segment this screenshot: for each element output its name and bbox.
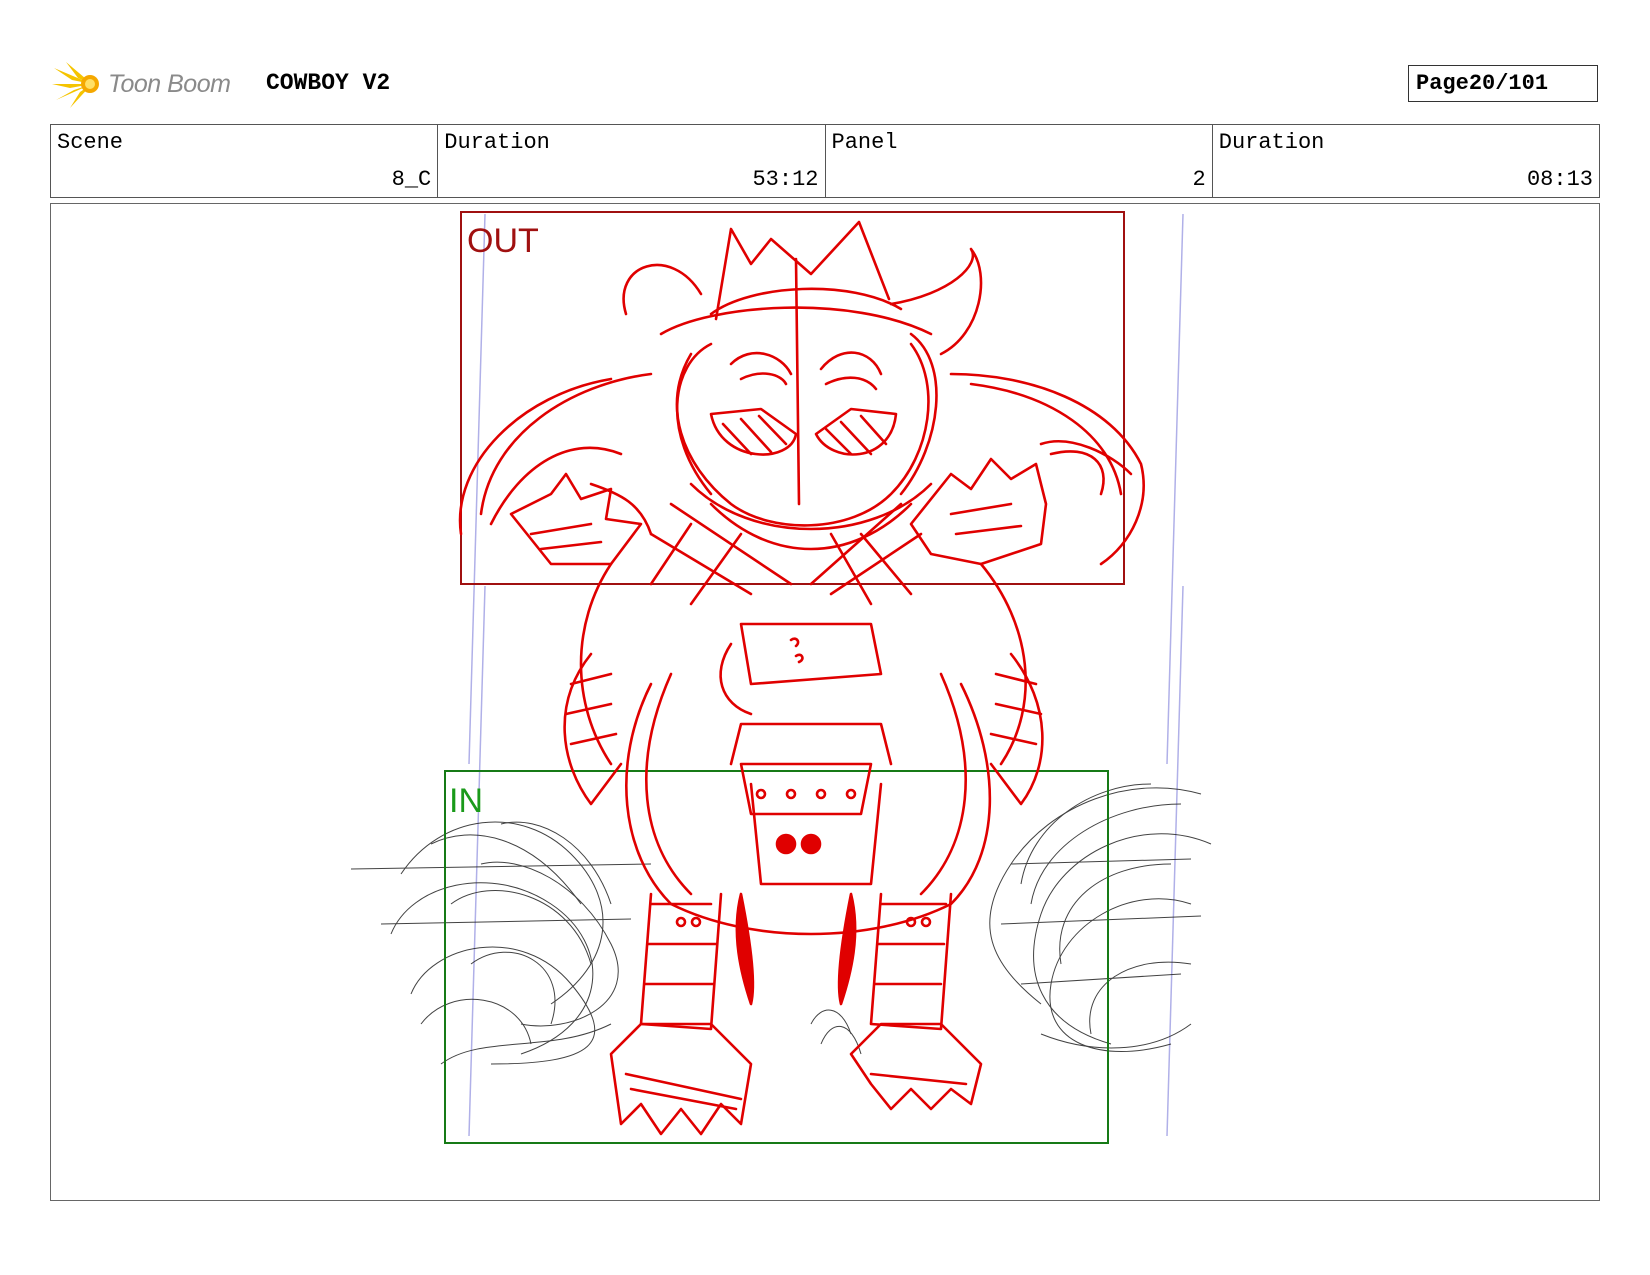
cowboy-sketch [458,220,1145,1136]
panel-duration-value: 08:13 [1526,167,1593,192]
starburst-icon [52,62,99,108]
page-label: Page [1416,71,1469,96]
panel-sketch: OUT IN [350,211,1212,1144]
scene-duration-label: Duration [444,130,550,155]
scene-info-table: Scene 8_C Duration 53:12 Panel 2 Duratio… [50,124,1600,198]
dust-cloud-left [350,821,862,1065]
out-frame-label: OUT [467,222,539,260]
panel-cell: Panel 2 [826,125,1213,197]
in-frame [444,770,1109,1144]
scene-label: Scene [57,130,124,155]
panel-label: Panel [831,130,898,155]
in-frame-label: IN [449,782,483,820]
scene-duration-value: 53:12 [752,167,819,192]
project-title: COWBOY V2 [266,70,391,96]
panel-duration-cell: Duration 08:13 [1213,125,1599,197]
page-number: 20/101 [1468,71,1549,96]
scene-value: 8_C [391,167,432,192]
dust-cloud-right [989,783,1212,1052]
scene-cell: Scene 8_C [51,125,439,197]
panel-value: 2 [1192,167,1206,192]
storyboard-panel: OUT IN [50,203,1600,1201]
panel-duration-label: Duration [1218,130,1325,155]
logo-text: Toon Boom [108,69,231,98]
toon-boom-logo: Toon Boom [52,58,231,110]
page-indicator: Page 20/101 [1408,65,1598,102]
scene-duration-cell: Duration 53:12 [438,125,826,197]
